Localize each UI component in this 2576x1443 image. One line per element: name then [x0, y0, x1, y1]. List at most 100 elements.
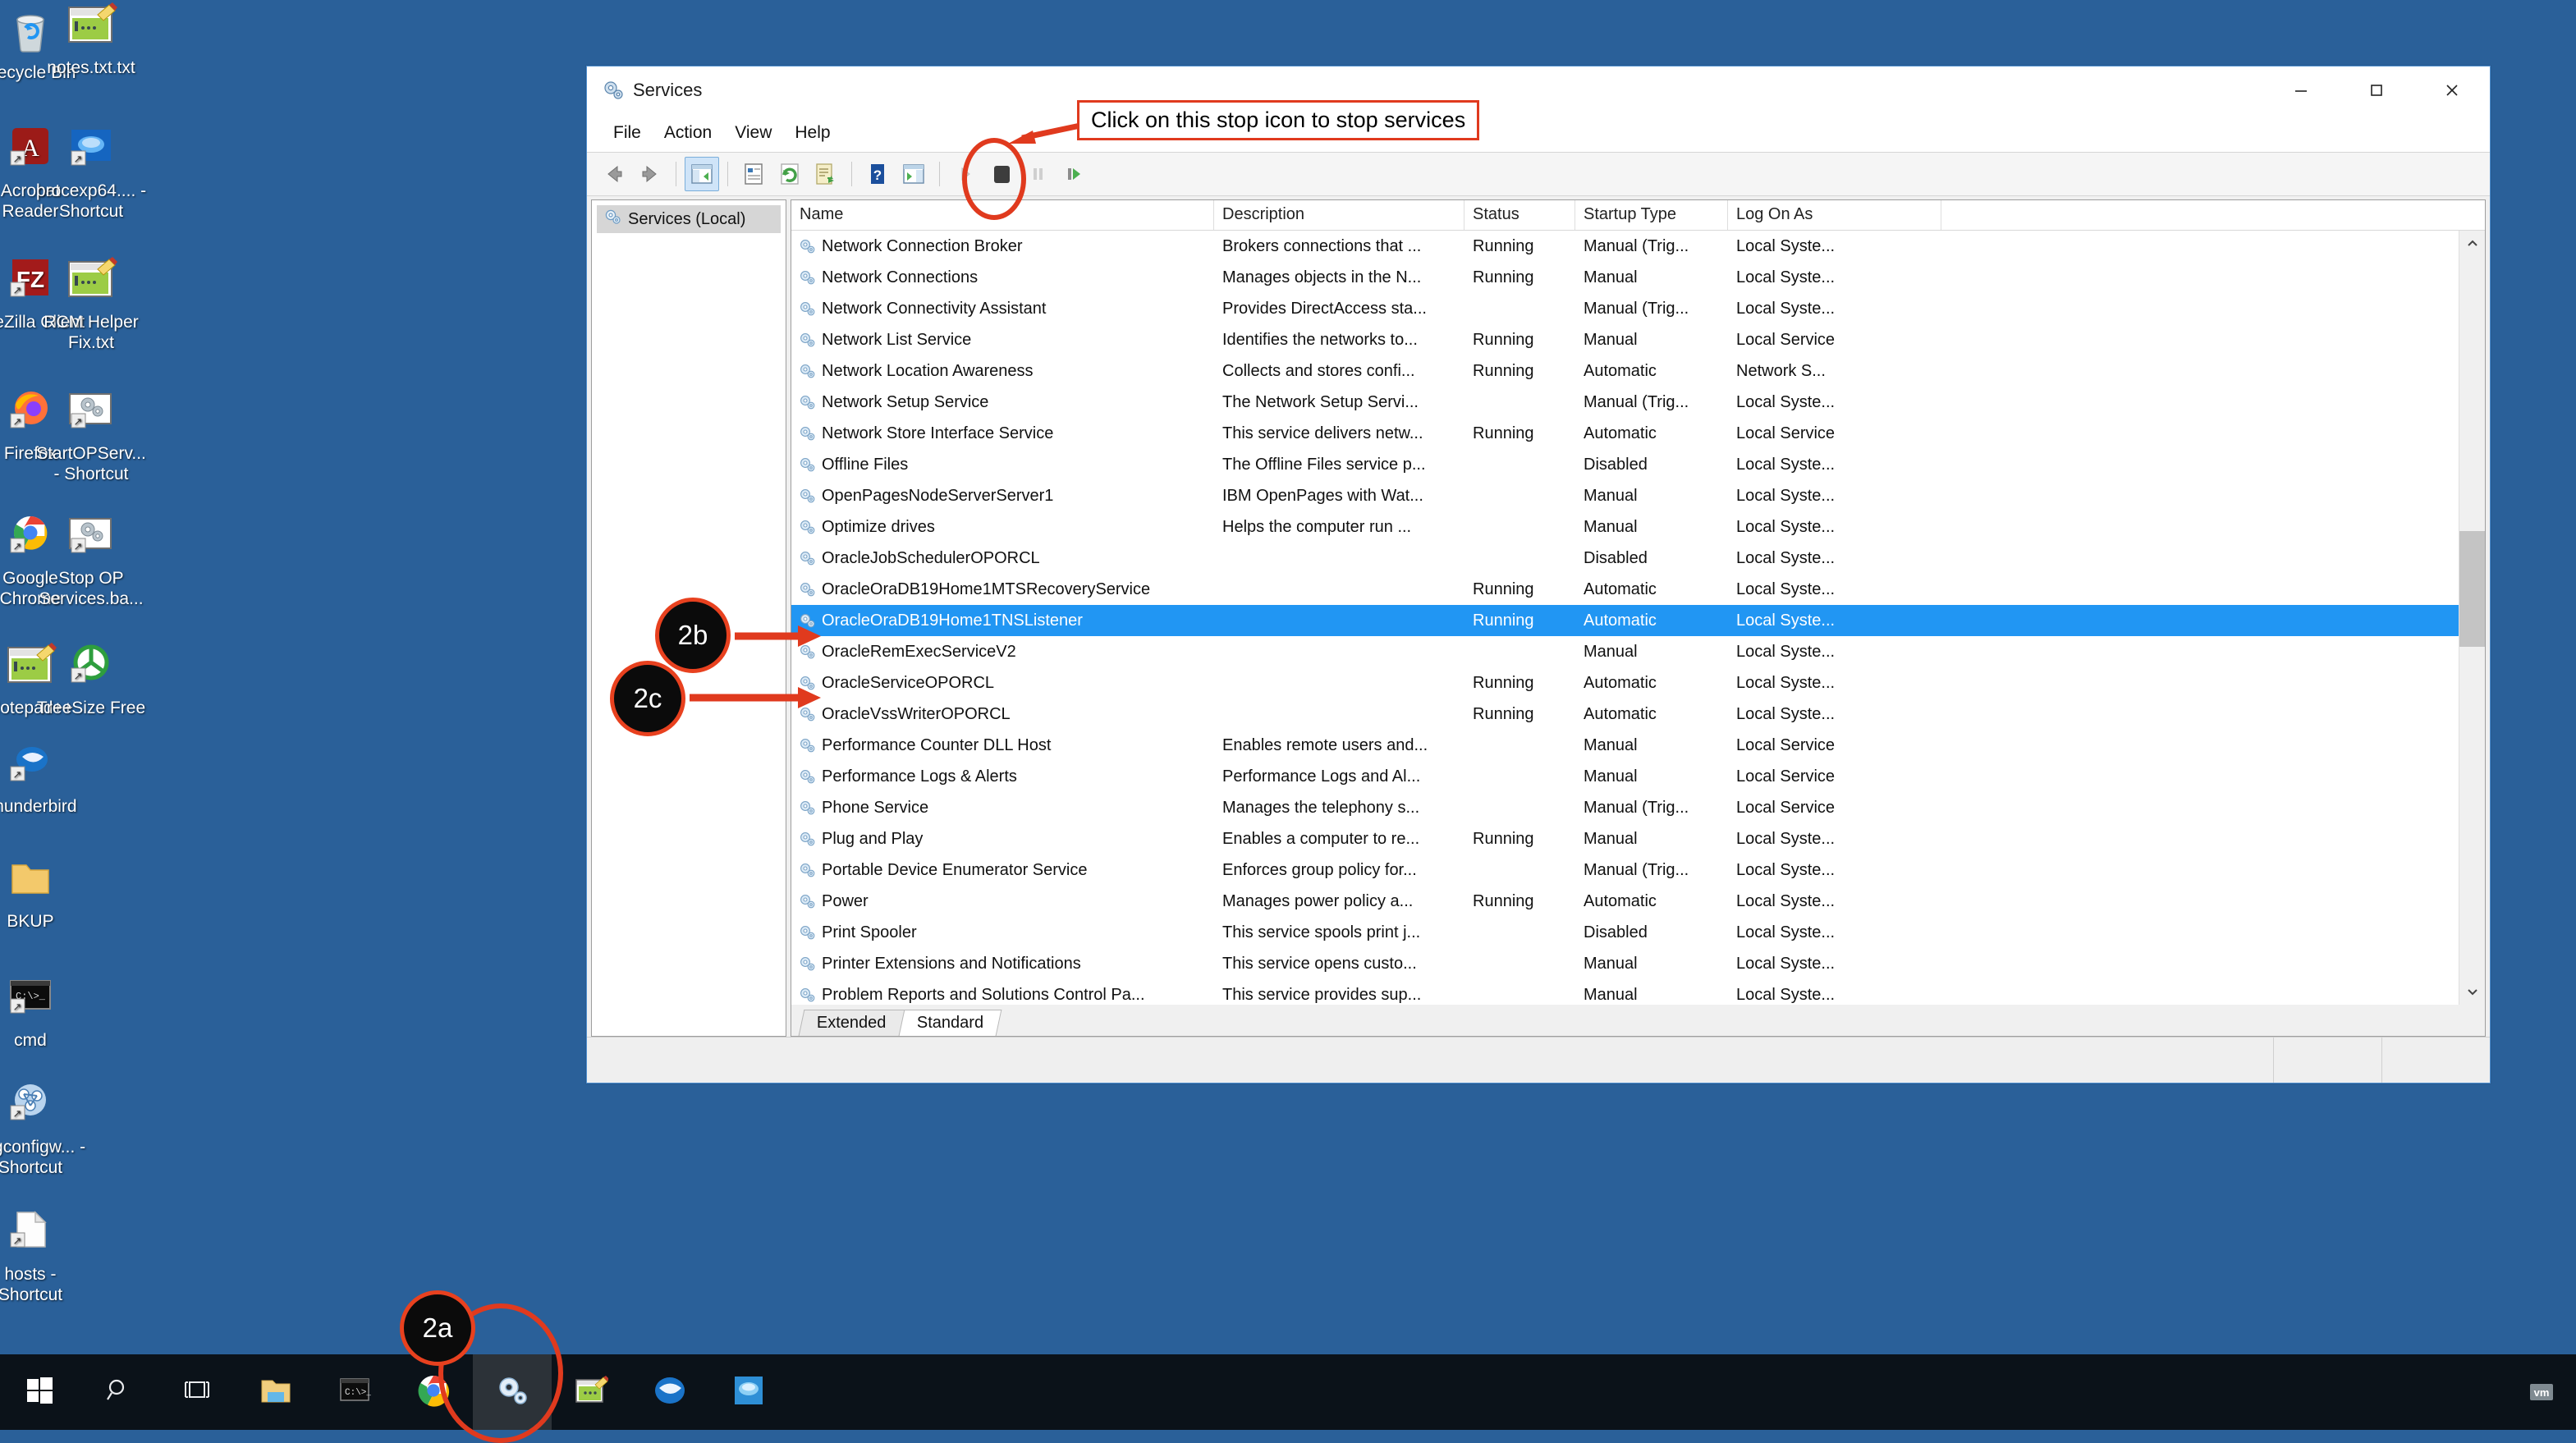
process-explorer-icon — [732, 1374, 765, 1411]
service-gear-icon — [798, 767, 816, 786]
desktop-icon-startopserv[interactable]: ↗ StartOPServ... - Shortcut — [30, 386, 153, 484]
table-row[interactable]: Network List Service Identifies the netwo… — [791, 324, 2485, 355]
table-row[interactable]: OracleRemExecServiceV2 Manual Local Syste.… — [791, 636, 2485, 667]
export-list-icon[interactable] — [809, 157, 843, 191]
search-button[interactable] — [79, 1354, 158, 1430]
play-icon[interactable] — [948, 157, 983, 191]
table-row[interactable]: Network Connection Broker Brokers connect… — [791, 231, 2485, 262]
cell-startup: Automatic — [1584, 891, 1657, 910]
refresh-icon[interactable] — [772, 157, 807, 191]
table-row[interactable]: Network Store Interface Service This serv… — [791, 418, 2485, 449]
help-icon[interactable]: ? — [860, 157, 895, 191]
desktop-icon-rcm-helper-fix[interactable]: RCM Helper Fix.txt — [30, 254, 153, 353]
svg-text:↗: ↗ — [13, 1001, 22, 1013]
properties-icon[interactable] — [736, 157, 771, 191]
services-button[interactable] — [473, 1354, 552, 1430]
vmware-tray-icon[interactable]: vm — [2520, 1371, 2563, 1413]
start-button[interactable] — [0, 1354, 79, 1430]
cmd-icon: C:\>_ — [338, 1377, 372, 1409]
desktop-icon-cogconfigw[interactable]: ↗ cogconfigw... - Shortcut — [0, 1079, 92, 1178]
table-row[interactable]: Print Spooler This service spools print j… — [791, 917, 2485, 948]
table-row[interactable]: Power Manages power policy a... Running Aut… — [791, 886, 2485, 917]
back-arrow-icon[interactable] — [597, 157, 631, 191]
column-header-description[interactable]: Description — [1214, 200, 1464, 230]
service-name-label: Offline Files — [822, 455, 909, 474]
command-prompt-button[interactable]: C:\>_ — [315, 1354, 394, 1430]
table-row[interactable]: Printer Extensions and Notifications This… — [791, 948, 2485, 979]
tree-item-services-local[interactable]: Services (Local) — [597, 205, 781, 233]
vertical-scrollbar[interactable] — [2459, 231, 2485, 1005]
desktop-icon-thunderbird[interactable]: ↗ Thunderbird — [0, 739, 92, 817]
desktop-icon-treesize-free[interactable]: ↗ TreeSize Free — [30, 640, 153, 718]
file-explorer-button[interactable] — [236, 1354, 315, 1430]
table-row[interactable]: OracleServiceOPORCL Running Automatic Local… — [791, 667, 2485, 699]
maximize-icon[interactable] — [2339, 66, 2414, 114]
scrollbar-thumb[interactable] — [2459, 531, 2485, 647]
table-row[interactable]: OracleOraDB19Home1TNSListener Running Auto… — [791, 605, 2485, 636]
table-row[interactable]: Problem Reports and Solutions Control Pa… — [791, 979, 2485, 1005]
cell-name: Power — [791, 892, 1214, 911]
menu-help[interactable]: Help — [783, 119, 841, 147]
annotation-badge-2a: 2a — [400, 1290, 475, 1366]
pause-icon[interactable] — [1020, 157, 1055, 191]
table-row[interactable]: Plug and Play Enables a computer to re...… — [791, 823, 2485, 854]
tree-item-label: Services (Local) — [628, 209, 746, 228]
column-header-name[interactable]: Name — [791, 200, 1214, 230]
cell-logon: Local Syste... — [1736, 642, 1836, 661]
task-view-button[interactable] — [158, 1354, 236, 1430]
window-body: Services (Local) Name Description Status St… — [587, 196, 2490, 1037]
table-row[interactable]: OracleVssWriterOPORCL Running Automatic Loc… — [791, 699, 2485, 730]
table-row[interactable]: Network Connections Manages objects in th… — [791, 262, 2485, 293]
console-tree-icon[interactable] — [685, 157, 719, 191]
desktop-icon-procexp64[interactable]: ↗ procexp64.... - Shortcut — [30, 123, 153, 222]
service-gear-icon — [798, 892, 816, 910]
column-header-logon[interactable]: Log On As — [1728, 200, 1941, 230]
tab-standard[interactable]: Standard — [898, 1010, 1002, 1036]
table-row[interactable]: OpenPagesNodeServerServer1 IBM OpenPages … — [791, 480, 2485, 511]
table-row[interactable]: OracleJobSchedulerOPORCL Disabled Local Sy… — [791, 543, 2485, 574]
stop-icon[interactable] — [984, 157, 1019, 191]
column-header-status[interactable]: Status — [1464, 200, 1575, 230]
desktop-icon-cmd[interactable]: C:\>_ ↗ cmd — [0, 973, 92, 1051]
table-row[interactable]: Network Connectivity Assistant Provides D… — [791, 293, 2485, 324]
menu-file[interactable]: File — [602, 119, 653, 147]
desktop-icon-label: Thunderbird — [0, 797, 77, 816]
table-row[interactable]: OracleOraDB19Home1MTSRecoveryService Runn… — [791, 574, 2485, 605]
table-row[interactable]: Offline Files The Offline Files service p… — [791, 449, 2485, 480]
services-list-scroll[interactable]: Network Connection Broker Brokers connect… — [791, 231, 2485, 1005]
table-row[interactable]: Portable Device Enumerator Service Enforc… — [791, 854, 2485, 886]
cell-name: Optimize drives — [791, 518, 1214, 537]
table-row[interactable]: Performance Counter DLL Host Enables remo… — [791, 730, 2485, 761]
table-row[interactable]: Network Setup Service The Network Setup S… — [791, 387, 2485, 418]
restart-icon[interactable] — [1057, 157, 1091, 191]
desktop-icon-bkup-folder[interactable]: BKUP — [0, 854, 92, 932]
column-header-startup[interactable]: Startup Type — [1575, 200, 1728, 230]
menu-action[interactable]: Action — [653, 119, 723, 147]
desktop-icon-label: TreeSize Free — [36, 699, 146, 717]
thunderbird-button[interactable] — [630, 1354, 709, 1430]
scroll-up-arrow-icon[interactable] — [2459, 231, 2486, 257]
close-icon[interactable] — [2414, 66, 2490, 114]
action-pane-icon[interactable] — [896, 157, 931, 191]
notepadpp-button[interactable] — [552, 1354, 630, 1430]
minimize-icon[interactable] — [2263, 66, 2339, 114]
scrollbar-track[interactable] — [2459, 257, 2485, 978]
scroll-down-arrow-icon[interactable] — [2459, 978, 2486, 1005]
table-row[interactable]: Phone Service Manages the telephony s... M… — [791, 792, 2485, 823]
desktop-icon-hosts[interactable]: ↗ hosts - Shortcut — [0, 1207, 92, 1305]
tab-extended[interactable]: Extended — [798, 1010, 905, 1036]
service-name-label: Power — [822, 891, 869, 910]
desktop-icon-stop-op-services[interactable]: ↗ Stop OP Services.ba... — [30, 511, 153, 609]
table-row[interactable]: Optimize drives Helps the computer run ..… — [791, 511, 2485, 543]
table-row[interactable]: Network Location Awareness Collects and s… — [791, 355, 2485, 387]
menu-view[interactable]: View — [723, 119, 783, 147]
window-titlebar[interactable]: Services — [587, 66, 2490, 114]
desktop-icon-label: hosts - Shortcut — [0, 1265, 63, 1304]
forward-arrow-icon[interactable] — [633, 157, 667, 191]
status-bar-text — [587, 1038, 2273, 1083]
table-row[interactable]: Performance Logs & Alerts Performance Log… — [791, 761, 2485, 792]
service-gear-icon — [798, 674, 816, 692]
desktop-icon-notes-txt[interactable]: notes.txt.txt — [30, 0, 153, 78]
process-explorer-button[interactable] — [709, 1354, 788, 1430]
services-list-header[interactable]: Name Description Status Startup Type Log On … — [791, 200, 2485, 231]
